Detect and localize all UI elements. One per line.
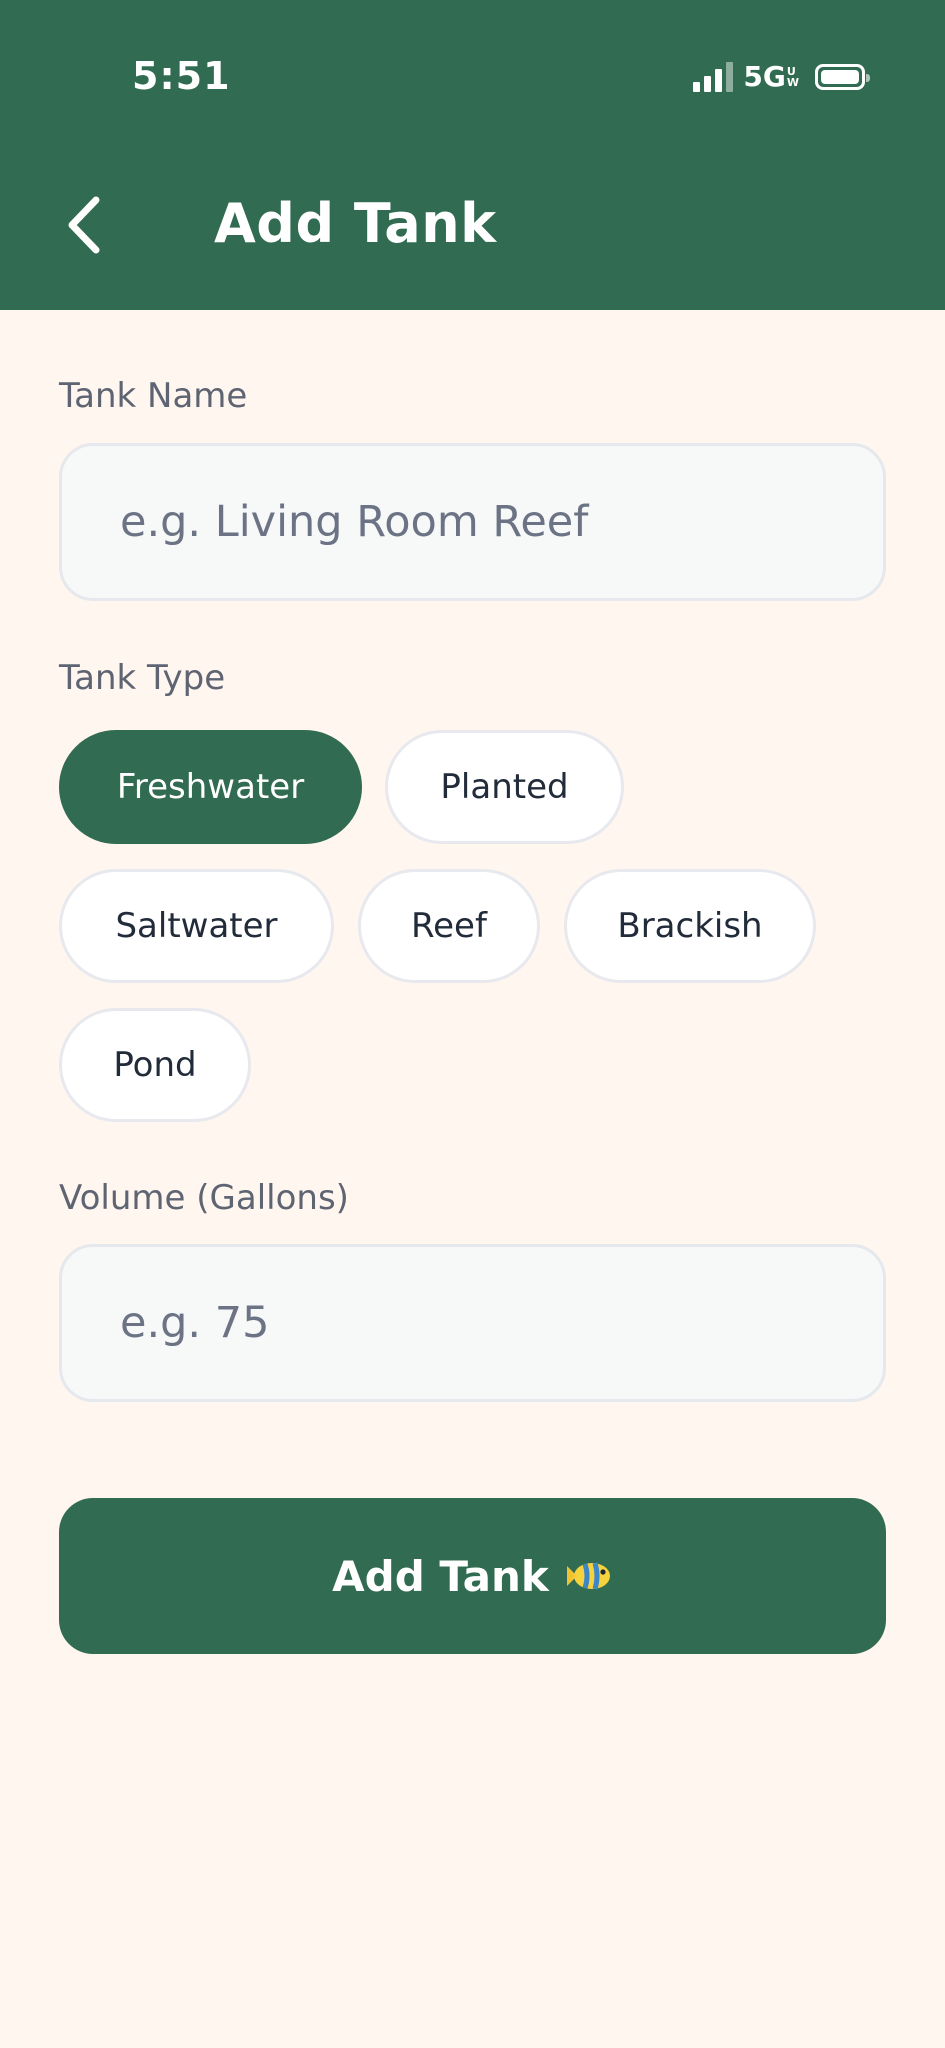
network-type: 5G U W <box>743 60 799 93</box>
tank-name-input[interactable] <box>59 443 886 601</box>
volume-input[interactable] <box>59 1244 886 1402</box>
status-indicators: 5G U W <box>693 60 870 93</box>
back-button[interactable] <box>54 190 114 260</box>
chip-freshwater[interactable]: Freshwater <box>59 730 362 844</box>
network-badge: U W <box>786 64 799 89</box>
page-title: Add Tank <box>214 192 497 255</box>
tank-name-label: Tank Name <box>59 376 248 416</box>
network-label: 5G <box>743 60 786 93</box>
chip-pond[interactable]: Pond <box>59 1008 251 1122</box>
chip-brackish[interactable]: Brackish <box>564 869 816 983</box>
volume-label: Volume (Gallons) <box>59 1178 349 1218</box>
add-tank-button-label: Add Tank <box>332 1551 549 1601</box>
add-tank-button[interactable]: Add Tank <box>59 1498 886 1654</box>
chip-saltwater[interactable]: Saltwater <box>59 869 334 983</box>
status-time: 5:51 <box>132 54 231 98</box>
chevron-left-icon <box>68 196 100 254</box>
fish-icon <box>563 1558 613 1594</box>
tank-type-label: Tank Type <box>59 658 226 698</box>
cellular-signal-icon <box>693 61 734 92</box>
battery-icon <box>815 63 870 90</box>
chip-reef[interactable]: Reef <box>358 869 540 983</box>
chip-planted[interactable]: Planted <box>385 730 624 844</box>
app-header: 5:51 5G U W Add Tank <box>0 0 945 310</box>
